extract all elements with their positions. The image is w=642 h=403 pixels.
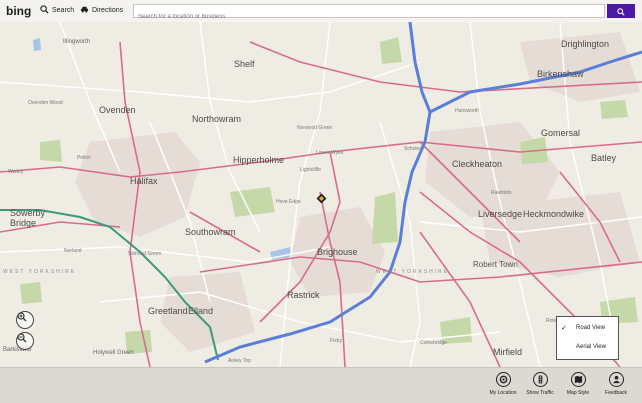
label-warley: Warley [8, 169, 24, 175]
label-hipperholme: Hipperholme [233, 155, 285, 165]
my-location-button[interactable]: My Location [484, 372, 522, 396]
label-rastrick: Rastrick [287, 290, 320, 300]
show-traffic-button[interactable]: Show Traffic [521, 372, 559, 396]
map-canvas[interactable]: Illingworth Shelf Drighlington Birkensha… [0, 22, 642, 367]
search-tab-label: Search [52, 7, 75, 14]
label-brighouse: Brighouse [317, 247, 358, 257]
label-northowram: Northowram [192, 114, 242, 124]
label-birkenshaw: Birkenshaw [537, 69, 584, 79]
map-style-button[interactable]: Map Style [559, 372, 597, 396]
label-lower-wyke: Lower Wyke [316, 150, 344, 156]
label-cleckheaton: Cleckheaton [452, 159, 503, 169]
label-robert-town: Robert Town [473, 260, 518, 269]
bing-logo[interactable]: bing [6, 4, 31, 18]
show-traffic-label: Show Traffic [526, 390, 554, 396]
map-style-icon [570, 372, 586, 387]
label-holywell-green: Holywell Green [93, 350, 134, 356]
checkmark-icon: ✓ [561, 325, 567, 332]
label-scholes: Scholes [404, 146, 422, 152]
location-icon [495, 372, 511, 387]
label-pellon: Pellon [77, 155, 91, 161]
label-drighlington: Drighlington [561, 39, 610, 49]
aerial-view-label: Aerial View [576, 344, 606, 350]
label-ovenden-wood: Ovenden Wood [28, 100, 63, 106]
label-ainley-top: Ainley Top [228, 358, 251, 364]
directions-tab-label: Directions [92, 7, 124, 14]
label-rawfolds: Rawfolds [491, 190, 512, 196]
map-view-menu: ✓ Road View Aerial View [556, 316, 619, 360]
search-button[interactable] [607, 4, 635, 18]
label-southowram: Southowram [185, 227, 236, 237]
label-west-yorkshire-right: WEST YORKSHIRE [376, 269, 450, 275]
zoom-in-button[interactable] [16, 311, 34, 329]
label-batley: Batley [591, 153, 617, 163]
label-sowerby-bridge: Sowerby Bridge [10, 208, 46, 228]
label-fixby: Fixby [330, 338, 342, 344]
map-style-label: Map Style [566, 390, 590, 396]
directions-tab[interactable]: Directions [80, 5, 123, 16]
label-norwood-green: Norwood Green [297, 125, 333, 131]
search-icon [40, 5, 49, 16]
aerial-view-option[interactable]: Aerial View [561, 342, 606, 352]
feedback-button[interactable]: Feedback [597, 372, 635, 396]
label-colnebridge: Colnebridge [420, 340, 447, 346]
search-tab[interactable]: Search [40, 5, 74, 16]
search-box[interactable] [133, 4, 605, 23]
label-greetland: Greetland [148, 306, 188, 316]
label-halifax: Halifax [130, 176, 158, 186]
traffic-icon [532, 372, 548, 387]
my-location-label: My Location [489, 390, 517, 396]
label-skircoat-green: Skircoat Green [128, 251, 162, 257]
road-view-option[interactable]: ✓ Road View [561, 323, 605, 333]
zoom-out-button[interactable] [16, 332, 34, 350]
label-norland: Norland [64, 248, 82, 254]
label-hove-edge: Hove Edge [276, 199, 301, 205]
label-west-yorkshire-left: WEST YORKSHIRE [3, 269, 77, 275]
feedback-label: Feedback [605, 390, 627, 396]
app-bar: My Location Show Traffic Map Style Feedb… [0, 367, 642, 403]
label-shelf: Shelf [234, 59, 255, 69]
label-illingworth: Illingworth [63, 39, 91, 45]
label-hunsworth: Hunsworth [455, 108, 479, 114]
search-icon [617, 4, 625, 19]
road-view-label: Road View [576, 325, 605, 331]
label-lightcliffe: Lightcliffe [300, 167, 322, 173]
label-gomersal: Gomersal [541, 128, 581, 138]
label-elland: Elland [188, 306, 214, 316]
top-bar: bing Search Directions [0, 0, 642, 23]
label-mirfield: Mirfield [493, 347, 523, 357]
label-heckmondwike: Heckmondwike [523, 209, 585, 219]
feedback-icon [608, 372, 624, 387]
label-ovenden: Ovenden [99, 105, 136, 115]
car-icon [80, 5, 89, 16]
label-liversedge: Liversedge [478, 209, 523, 219]
